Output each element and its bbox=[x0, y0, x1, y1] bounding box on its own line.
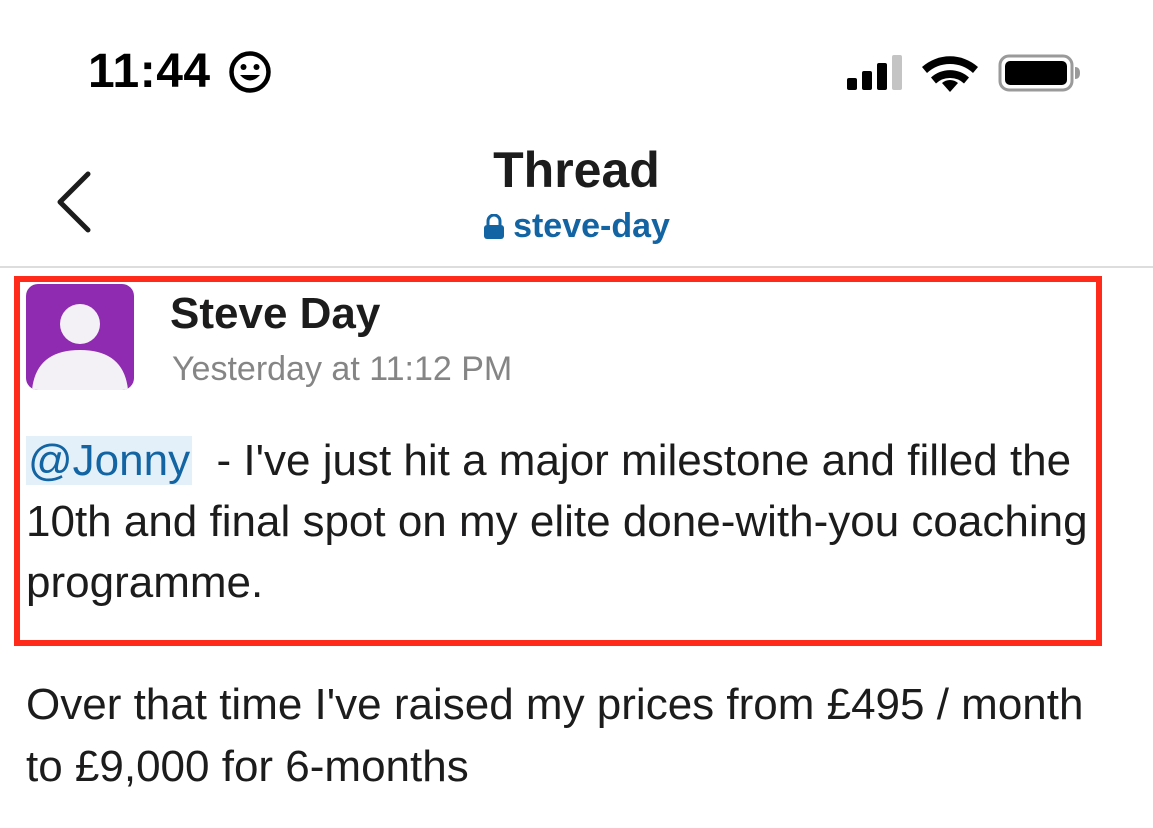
lock-icon bbox=[484, 214, 505, 239]
status-time: 11:44 bbox=[88, 45, 211, 98]
header-divider bbox=[0, 266, 1153, 268]
channel-link[interactable]: steve-day bbox=[0, 204, 1153, 255]
status-bar: 11:44 bbox=[0, 0, 1153, 140]
page-title: Thread bbox=[493, 142, 660, 198]
message-highlight-box bbox=[14, 276, 1102, 646]
smiley-face-icon bbox=[229, 51, 271, 93]
message-text-continued: Over that time I've raised my prices fro… bbox=[26, 680, 1084, 791]
wifi-icon bbox=[922, 56, 978, 92]
cellular-signal-icon bbox=[847, 55, 902, 90]
channel-name: steve-day bbox=[513, 207, 670, 245]
battery-icon bbox=[998, 54, 1080, 92]
